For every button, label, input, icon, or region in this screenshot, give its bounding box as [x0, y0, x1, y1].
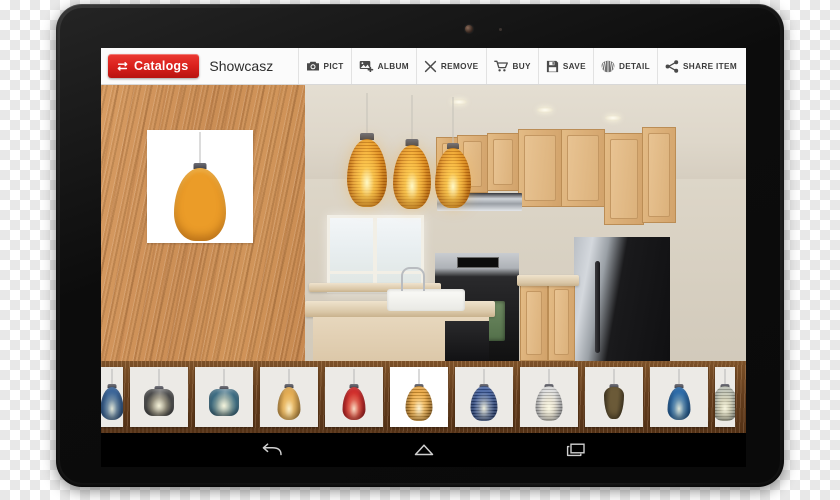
lower-cabinet	[548, 283, 575, 361]
nav-home-button[interactable]	[407, 439, 441, 461]
workspace	[101, 85, 746, 361]
tool-save-label: SAVE	[562, 61, 586, 71]
catalogs-button[interactable]: Catalogs	[108, 54, 200, 78]
tool-buy[interactable]: BUY	[485, 48, 538, 84]
sage-pendant	[715, 386, 735, 421]
upper-cabinet	[561, 129, 605, 207]
tool-pict[interactable]: PICT	[297, 48, 351, 84]
nav-recents-button[interactable]	[559, 439, 593, 461]
refrigerator	[574, 237, 670, 361]
nav-back-button[interactable]	[255, 439, 289, 461]
blue-cube-pendant	[209, 389, 239, 416]
thumbnail-frosted-beehive-pendant[interactable]	[520, 367, 578, 427]
placed-pendant-lamp[interactable]	[435, 97, 471, 211]
catalogs-button-label: Catalogs	[134, 59, 189, 73]
tool-save[interactable]: SAVE	[537, 48, 593, 84]
front-camera-icon	[465, 25, 473, 33]
placed-pendant-lamp[interactable]	[393, 95, 431, 211]
blue-teardrop-pendant	[101, 387, 123, 420]
catalog-thumbnail-strip[interactable]	[101, 361, 746, 433]
recent-apps-icon	[565, 442, 587, 458]
product-image-card[interactable]	[147, 130, 253, 243]
app-title: Showcasz	[209, 58, 274, 74]
amber-beehive-pendant-lamp	[174, 168, 226, 241]
close-x-icon	[424, 60, 437, 73]
kitchen-sink	[387, 289, 465, 311]
lower-cabinet	[520, 285, 548, 361]
thumbnail-amber-teardrop-pendant[interactable]	[260, 367, 318, 427]
tool-pict-label: PICT	[323, 61, 344, 71]
product-preview-panel[interactable]	[101, 85, 305, 361]
app-toolbar: Catalogs Showcasz PICT ALBUM REMOVE BUY …	[101, 48, 746, 85]
tool-share-item[interactable]: SHARE ITEM	[657, 48, 746, 84]
amber-teardrop-pendant	[277, 387, 301, 420]
tool-buy-label: BUY	[512, 61, 531, 71]
countertop	[517, 275, 579, 286]
fridge-handle	[595, 261, 600, 353]
tool-album-label: ALBUM	[377, 61, 409, 71]
thumbnail-smoke-cube-pendant[interactable]	[130, 367, 188, 427]
thumbnail-blue-glass-pendant[interactable]	[650, 367, 708, 427]
back-arrow-icon	[261, 442, 283, 458]
recessed-light	[537, 107, 553, 113]
oven-display	[457, 257, 499, 268]
blue-beehive-pendant	[470, 386, 498, 421]
blue-glass-pendant	[667, 387, 691, 420]
upper-cabinet	[487, 133, 519, 191]
tablet-screen: Catalogs Showcasz PICT ALBUM REMOVE BUY …	[101, 48, 746, 433]
android-navigation-bar	[101, 433, 746, 467]
thumbnail-bronze-cone-pendant[interactable]	[585, 367, 643, 427]
lamp-cord	[199, 132, 201, 165]
placed-pendant-lamp[interactable]	[347, 93, 387, 211]
tool-detail[interactable]: DETAIL	[592, 48, 657, 84]
add-photo-icon	[359, 60, 374, 72]
home-icon	[413, 442, 435, 458]
thumbnail-red-teardrop-pendant[interactable]	[325, 367, 383, 427]
upper-cabinet	[518, 129, 562, 207]
thumbnail-amber-beehive-pendant[interactable]	[390, 367, 448, 427]
smoke-cube-pendant	[144, 389, 174, 416]
tool-share-item-label: SHARE ITEM	[683, 61, 737, 71]
amber-beehive-pendant	[405, 386, 433, 421]
scallop-shell-icon	[601, 60, 615, 73]
dishwasher	[445, 321, 489, 361]
swap-arrows-icon	[116, 61, 129, 72]
sink-faucet	[401, 267, 425, 291]
thumbnail-blue-beehive-pendant[interactable]	[455, 367, 513, 427]
tool-remove-label: REMOVE	[440, 61, 479, 71]
floppy-disk-icon	[546, 60, 559, 73]
share-nodes-icon	[665, 59, 679, 73]
tool-remove[interactable]: REMOVE	[415, 48, 486, 84]
shopping-cart-icon	[493, 60, 509, 72]
bronze-cone-pendant	[604, 387, 624, 419]
light-sensor-icon	[499, 28, 502, 31]
red-teardrop-pendant	[342, 387, 366, 420]
tool-detail-label: DETAIL	[618, 61, 650, 71]
frosted-beehive-pendant	[535, 386, 563, 421]
camera-icon	[306, 60, 320, 72]
toolbar-actions: PICT ALBUM REMOVE BUY SAVE DETAIL SHARE …	[297, 48, 746, 84]
upper-cabinet	[604, 133, 644, 225]
screenshot-stage: Catalogs Showcasz PICT ALBUM REMOVE BUY …	[0, 0, 840, 500]
kitchen-room-photo[interactable]	[305, 85, 746, 361]
thumbnail-sage-pendant[interactable]	[715, 367, 735, 427]
upper-cabinet	[642, 127, 676, 223]
window-mullion	[373, 218, 377, 290]
thumbnail-blue-teardrop-pendant[interactable]	[101, 367, 123, 427]
recessed-light	[605, 115, 621, 121]
thumbnail-blue-cube-pendant[interactable]	[195, 367, 253, 427]
tool-album[interactable]: ALBUM	[350, 48, 416, 84]
